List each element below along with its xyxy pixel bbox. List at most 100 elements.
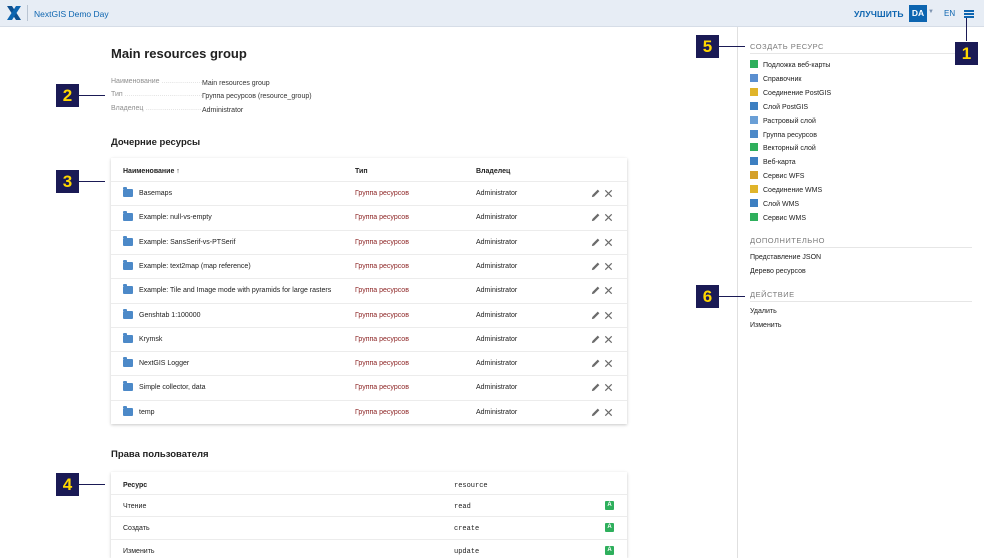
basemap-icon [750,60,758,68]
table-row[interactable]: Basemaps Группа ресурсов Administrator [111,181,627,205]
delete-icon[interactable] [603,310,614,321]
table-row[interactable]: Example: null-vs-empty Группа ресурсов Adm… [111,205,627,229]
sidebar-item-create[interactable]: Веб-карта [750,157,796,166]
sidebar-item-create[interactable]: Сервис WMS [750,212,807,222]
sidebar-item-create[interactable]: Сервис WFS [750,171,804,180]
meta-row-owner: ВладелецAdministrator [111,105,243,114]
sidebar-item-json[interactable]: Представление JSON [750,254,821,261]
resource-owner: Administrator [476,360,518,368]
sidebar-item-label: Справочник [763,75,802,83]
edit-icon[interactable] [590,188,601,199]
folder-icon [123,381,133,392]
resource-type: Группа ресурсов [355,287,409,295]
sidebar-item-create[interactable]: Слой WMS [750,199,799,208]
meta-value: Группа ресурсов (resource_group) [202,93,312,100]
table-row[interactable]: Example: text2map (map reference) Группа … [111,253,627,278]
edit-icon[interactable] [590,407,601,418]
meta-key: Владелец [111,105,202,112]
delete-icon[interactable] [603,334,614,345]
resource-owner: Administrator [476,238,518,246]
table-row[interactable]: Example: Tile and Image mode with pyrami… [111,278,627,302]
sidebar-divider [750,53,972,54]
sidebar-item-create[interactable]: Слой PostGIS [750,101,809,111]
language-switch[interactable]: EN [944,9,955,18]
delete-icon[interactable] [603,358,614,369]
resource-name-link[interactable]: Krymsk [139,336,162,343]
sidebar-item-delete[interactable]: Удалить [750,308,777,315]
sidebar-item-tree[interactable]: Дерево ресурсов [750,268,806,275]
folder-icon [123,211,133,222]
edit-icon[interactable] [590,212,601,223]
sidebar-item-edit[interactable]: Изменить [750,322,782,329]
action-heading: ДЕЙСТВИЕ [750,290,795,299]
delete-icon[interactable] [603,407,614,418]
table-row[interactable]: temp Группа ресурсов Administrator [111,399,627,424]
edit-icon[interactable] [590,237,601,248]
sidebar-item-create[interactable]: Подложка веб-карты [750,60,830,69]
allowed-badge: A [605,545,614,555]
resource-name-link[interactable]: temp [139,409,155,416]
resource-name-link[interactable]: Simple collector, data [139,384,206,391]
table-row[interactable]: Simple collector, data Группа ресурсов Adm… [111,375,627,399]
sidebar-item-create[interactable]: Справочник [750,73,802,83]
sidebar-item-create[interactable]: Векторный слой [750,143,816,152]
column-header-type[interactable]: Тип [355,168,368,175]
allowed-badge: A [605,501,614,510]
edit-icon[interactable] [590,334,601,345]
column-header-name[interactable]: Наименование ↑ [123,168,180,175]
resource-name-link[interactable]: NextGIS Logger [139,360,189,367]
extra-heading: ДОПОЛНИТЕЛЬНО [750,236,825,245]
callout-1: 1 [955,42,978,65]
nextgis-logo-icon[interactable] [6,5,22,21]
resource-name-link[interactable]: Basemaps [139,190,172,197]
table-row[interactable]: Genshtab 1:100000 Группа ресурсов Administ… [111,302,627,327]
hamburger-menu-icon[interactable] [964,10,974,18]
resource-owner: Administrator [476,262,518,270]
sidebar-item-create[interactable]: Растровый слой [750,115,816,125]
user-avatar[interactable]: DA [909,5,927,22]
sidebar-item-label: Растровый слой [763,117,816,125]
delete-icon[interactable] [603,188,614,199]
resource-type: Группа ресурсов [355,360,409,368]
permissions-table: Ресурс resource Чтение read A Создать create… [111,472,627,558]
delete-icon[interactable] [603,212,614,223]
callout-6: 6 [696,285,719,308]
delete-icon[interactable] [603,237,614,248]
table-row[interactable]: Krymsk Группа ресурсов Administrator [111,326,627,351]
sidebar-item-create[interactable]: Группа ресурсов [750,129,817,139]
column-header-owner[interactable]: Владелец [476,168,510,175]
resource-name-link[interactable]: Example: SansSerif-vs-PTSerif [139,239,235,246]
edit-icon[interactable] [590,382,601,393]
folder-icon [123,284,133,295]
edit-icon[interactable] [590,358,601,369]
resource-type: Группа ресурсов [355,384,409,392]
permission-row: Изменить update A [111,538,627,558]
resource-name-link[interactable]: Example: Tile and Image mode with pyrami… [139,287,331,294]
delete-icon[interactable] [603,285,614,296]
callout-line-6 [719,296,745,297]
resource-type: Группа ресурсов [355,335,409,343]
resource-type: Группа ресурсов [355,238,409,246]
delete-icon[interactable] [603,382,614,393]
edit-icon[interactable] [590,310,601,321]
sidebar-item-create[interactable]: Соединение WMS [750,185,822,194]
meta-row-type: ТипГруппа ресурсов (resource_group) [111,91,312,100]
edit-icon[interactable] [590,261,601,272]
chevron-down-icon[interactable]: ▼ [928,9,934,15]
delete-icon[interactable] [603,261,614,272]
sidebar-item-create[interactable]: Соединение PostGIS [750,87,832,97]
permissions-section-title: Права пользователя [111,449,209,460]
sidebar-item-label: Сервис WMS [763,214,807,222]
table-row[interactable]: Example: SansSerif-vs-PTSerif Группа ресу… [111,229,627,254]
table-row[interactable]: NextGIS Logger Группа ресурсов Administrat… [111,351,627,375]
permission-label: Чтение [123,503,147,510]
resource-name-link[interactable]: Example: null-vs-empty [139,214,212,221]
sidebar-item-label: Соединение PostGIS [763,89,832,97]
app-title[interactable]: NextGIS Demo Day [34,9,109,19]
folder-icon [123,235,133,246]
edit-icon[interactable] [590,285,601,296]
resource-name-link[interactable]: Example: text2map (map reference) [139,263,251,270]
resource-name-link[interactable]: Genshtab 1:100000 [139,312,201,319]
sidebar-item-label: Слой PostGIS [763,103,809,111]
upgrade-link[interactable]: УЛУЧШИТЬ [854,9,904,19]
